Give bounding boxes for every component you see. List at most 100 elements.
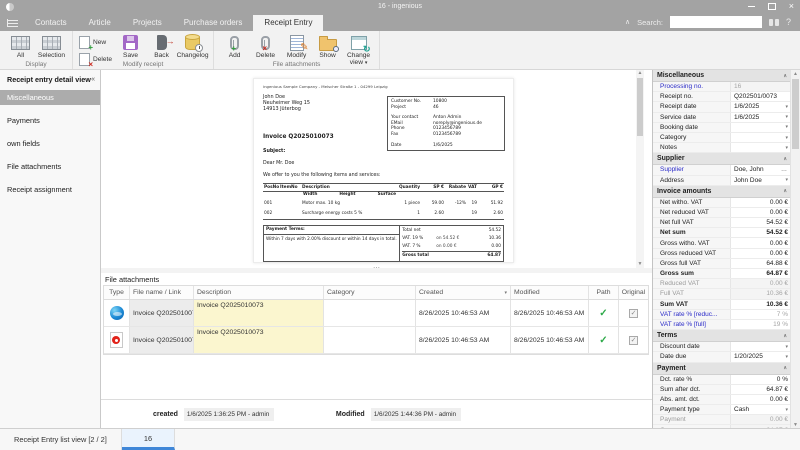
dropdown-icon[interactable]: ▾ (785, 114, 788, 120)
panel-field-value[interactable]: ▾ (731, 143, 791, 152)
scroll-down-icon[interactable]: ▼ (636, 261, 644, 268)
panel-field-value[interactable]: ▾ (731, 133, 791, 142)
collapse-icon[interactable]: ∧ (783, 73, 787, 79)
binoculars-icon[interactable] (769, 19, 779, 26)
panel-field-value[interactable]: John Doe▾ (731, 176, 791, 185)
dropdown-icon[interactable]: ▾ (785, 135, 788, 141)
panel-field-value[interactable]: 1/20/2025▾ (731, 352, 791, 361)
panel-field-value[interactable]: 0.00 € (731, 198, 791, 207)
panel-field-value[interactable]: 0.00 € (731, 415, 791, 424)
panel-field-value[interactable]: 16 (731, 82, 791, 91)
new-receipt-button[interactable]: + New (79, 36, 112, 49)
panel-field-value[interactable]: ▾ (731, 342, 791, 351)
attachments-col-type[interactable]: Type (104, 286, 130, 299)
panel-field-value[interactable]: 0.00 € (731, 238, 791, 247)
attachments-col-category[interactable]: Category (324, 286, 416, 299)
scroll-thumb[interactable] (637, 78, 643, 136)
panel-field-value[interactable]: 64.88 € (731, 259, 791, 268)
attachments-col-description[interactable]: Description (194, 286, 324, 299)
panel-field-value[interactable]: 54.52 € (731, 228, 791, 237)
original-checkbox[interactable]: ✓ (629, 309, 638, 318)
tab-contacts[interactable]: Contacts (24, 15, 78, 31)
tab-receipt-entry[interactable]: Receipt Entry (253, 15, 323, 31)
app-menu-icon[interactable] (7, 19, 18, 27)
sidebar-item-payments[interactable]: Payments (0, 113, 100, 128)
maximize-icon[interactable] (768, 3, 776, 10)
panel-group-payment[interactable]: Payment∧ (653, 363, 791, 375)
help-icon[interactable]: ? (786, 17, 791, 27)
panel-scrollbar[interactable]: ▲ ▼ (790, 70, 800, 429)
dropdown-icon[interactable]: ▾ (785, 407, 788, 413)
panel-field-value[interactable]: ▾ (731, 123, 791, 132)
collapse-ribbon-icon[interactable]: ∧ (625, 18, 630, 26)
collapse-icon[interactable]: ∧ (783, 156, 787, 162)
panel-field-value[interactable]: 10.36 € (731, 300, 791, 309)
scroll-up-icon[interactable]: ▲ (636, 70, 644, 77)
attachments-col-file-name-link[interactable]: File name / Link (130, 286, 194, 299)
panel-group-miscellaneous[interactable]: Miscellaneous∧ (653, 70, 791, 82)
sidebar-item-file-attachments[interactable]: File attachments (0, 159, 100, 174)
dropdown-icon[interactable]: ▾ (785, 145, 788, 151)
original-checkbox[interactable]: ✓ (629, 336, 638, 345)
attachments-col-path[interactable]: Path (589, 286, 619, 299)
sidebar-item-receipt-assignment[interactable]: Receipt assignment (0, 182, 100, 197)
attachment-modify-button[interactable]: ✎ Modify (281, 33, 312, 59)
attachment-delete-button[interactable]: × Delete (250, 33, 281, 59)
collapse-icon[interactable]: ∧ (783, 333, 787, 339)
minimize-icon[interactable] (748, 6, 755, 7)
scroll-thumb[interactable] (792, 79, 799, 149)
panel-field-value[interactable]: 64.87 € (731, 385, 791, 394)
tab-article[interactable]: Article (78, 15, 122, 31)
dropdown-icon[interactable]: ▾ (785, 177, 788, 183)
attachment-row[interactable]: Invoice Q2025010073...Invoice Q202501007… (104, 300, 648, 327)
panel-field-value[interactable]: 64.87 € (731, 269, 791, 278)
preview-splitter[interactable]: ⋯ (101, 268, 652, 273)
search-input[interactable] (670, 16, 762, 28)
panel-field-value[interactable]: 1/6/2025▾ (731, 113, 791, 122)
panel-field-value[interactable]: Q202501/0073 (731, 92, 791, 101)
all-button[interactable]: All (5, 33, 36, 59)
attachment-row[interactable]: Invoice Q2025010073...Invoice Q202501007… (104, 327, 648, 354)
back-button[interactable]: → Back (146, 33, 177, 59)
preview-scrollbar[interactable]: ▲ ▼ (636, 70, 644, 268)
panel-field-value[interactable]: 7 % (731, 310, 791, 319)
dropdown-icon[interactable]: ▾ (785, 344, 788, 350)
status-tab-16[interactable]: 16 (122, 429, 175, 450)
collapse-icon[interactable]: ∧ (783, 188, 787, 194)
attachment-add-button[interactable]: + Add (219, 33, 250, 59)
panel-field-value[interactable]: 10.36 € (731, 289, 791, 298)
panel-field-value[interactable]: 0.00 € (731, 249, 791, 258)
save-button[interactable]: Save (115, 33, 146, 59)
sidebar-collapse-icon[interactable]: « (91, 76, 95, 83)
attachments-col-created[interactable]: Created▾ (416, 286, 511, 299)
panel-field-value[interactable]: Cash▾ (731, 405, 791, 414)
attachments-col-original[interactable]: Original (619, 286, 648, 299)
panel-field-value[interactable]: 0.00 € (731, 395, 791, 404)
ellipsis-button[interactable]: … (781, 167, 788, 173)
tab-projects[interactable]: Projects (122, 15, 173, 31)
dropdown-icon[interactable]: ▾ (785, 104, 788, 110)
panel-field-value[interactable]: 1/6/2025▾ (731, 102, 791, 111)
panel-group-terms[interactable]: Terms∧ (653, 330, 791, 342)
tab-purchase-orders[interactable]: Purchase orders (173, 15, 254, 31)
panel-field-value[interactable]: 54.52 € (731, 218, 791, 227)
changelog-button[interactable]: Changelog (177, 33, 208, 59)
attachment-show-button[interactable]: Show (312, 33, 343, 59)
panel-field-value[interactable]: 19 % (731, 320, 791, 329)
panel-group-invoice-amounts[interactable]: Invoice amounts∧ (653, 186, 791, 198)
panel-field-value[interactable]: 0.00 € (731, 208, 791, 217)
panel-group-supplier[interactable]: Supplier∧ (653, 153, 791, 165)
panel-field-value[interactable]: Doe, John… (731, 165, 791, 174)
status-tab-receipt-entry-list-view-2-2[interactable]: Receipt Entry list view [2 / 2] (0, 429, 122, 450)
attachments-col-modified[interactable]: Modified (511, 286, 589, 299)
collapse-icon[interactable]: ∧ (783, 365, 787, 371)
close-icon[interactable]: × (789, 2, 794, 11)
dropdown-icon[interactable]: ▾ (785, 354, 788, 360)
scroll-up-icon[interactable]: ▲ (791, 70, 800, 78)
sidebar-item-miscellaneous[interactable]: Miscellaneous (0, 90, 100, 105)
selection-button[interactable]: Selection (36, 33, 67, 59)
dropdown-icon[interactable]: ▾ (785, 124, 788, 130)
panel-field-value[interactable]: 0 % (731, 375, 791, 384)
sidebar-item-own-fields[interactable]: own fields (0, 136, 100, 151)
panel-field-value[interactable]: 0.00 € (731, 279, 791, 288)
